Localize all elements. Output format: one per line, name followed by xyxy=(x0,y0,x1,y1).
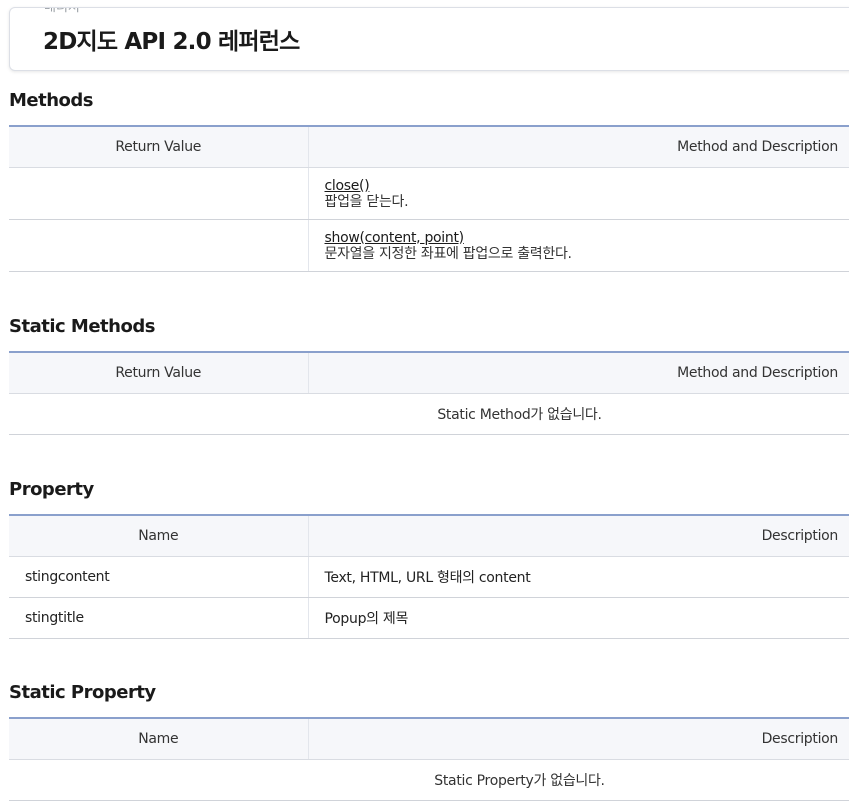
property-col-name: Name xyxy=(9,514,308,557)
table-row: Static Property가 없습니다. xyxy=(9,759,849,801)
table-row: show(content, point) 문자열을 지정한 좌표에 팝업으로 출… xyxy=(9,219,849,272)
method-description: 문자열을 지정한 좌표에 팝업으로 출력한다. xyxy=(324,245,573,262)
property-section-title: Property xyxy=(9,479,94,500)
property-name: stingtitle xyxy=(9,597,308,639)
method-cell: show(content, point) 문자열을 지정한 좌표에 팝업으로 출… xyxy=(307,219,849,272)
table-row: close() 팝업을 닫는다. xyxy=(9,167,849,220)
static-methods-empty-message: Static Method가 없습니다. xyxy=(437,407,602,423)
table-row: stingtitle Popup의 제목 xyxy=(9,597,849,639)
reference-page: 배너처 2D지도 API 2.0 레퍼런스 Methods Return Val… xyxy=(0,0,849,809)
static-property-empty-cell: Static Property가 없습니다. xyxy=(9,759,849,801)
method-return-value xyxy=(9,167,308,220)
static-property-col-name: Name xyxy=(9,717,308,760)
static-property-empty-message: Static Property가 없습니다. xyxy=(434,773,605,789)
method-description: 팝업을 닫는다. xyxy=(324,193,409,210)
property-description: Text, HTML, URL 형태의 content xyxy=(307,556,849,598)
static-property-table: Name Description Static Property가 없습니다. xyxy=(9,717,849,801)
property-description: Popup의 제목 xyxy=(307,597,849,639)
static-methods-empty-cell: Static Method가 없습니다. xyxy=(9,393,849,435)
static-property-header-row: Name Description xyxy=(9,717,849,760)
static-property-col-description: Description xyxy=(307,717,849,760)
property-col-description: Description xyxy=(307,514,849,557)
static-methods-table: Return Value Method and Description Stat… xyxy=(9,351,849,435)
static-methods-header-row: Return Value Method and Description xyxy=(9,351,849,394)
methods-col-method-description: Method and Description xyxy=(307,125,849,168)
methods-section-title: Methods xyxy=(9,90,94,111)
methods-col-return-value: Return Value xyxy=(9,125,308,168)
method-link-show[interactable]: show(content, point) xyxy=(325,230,465,246)
table-row: Static Method가 없습니다. xyxy=(9,393,849,435)
methods-table: Return Value Method and Description clos… xyxy=(9,125,849,272)
method-return-value xyxy=(9,219,308,272)
header-cutoff-text: 배너처 xyxy=(44,7,80,15)
table-row: stingcontent Text, HTML, URL 형태의 content xyxy=(9,556,849,598)
static-methods-section-title: Static Methods xyxy=(9,316,155,337)
property-table: Name Description stingcontent Text, HTML… xyxy=(9,514,849,639)
methods-header-row: Return Value Method and Description xyxy=(9,125,849,168)
static-methods-col-return-value: Return Value xyxy=(9,351,308,394)
property-header-row: Name Description xyxy=(9,514,849,557)
property-name: stingcontent xyxy=(9,556,308,598)
page-title: 2D지도 API 2.0 레퍼런스 xyxy=(43,29,300,55)
method-link-close[interactable]: close() xyxy=(325,178,370,194)
method-cell: close() 팝업을 닫는다. xyxy=(307,167,849,220)
header-card: 배너처 2D지도 API 2.0 레퍼런스 xyxy=(9,7,849,71)
static-methods-col-method-description: Method and Description xyxy=(307,351,849,394)
static-property-section-title: Static Property xyxy=(9,682,156,703)
